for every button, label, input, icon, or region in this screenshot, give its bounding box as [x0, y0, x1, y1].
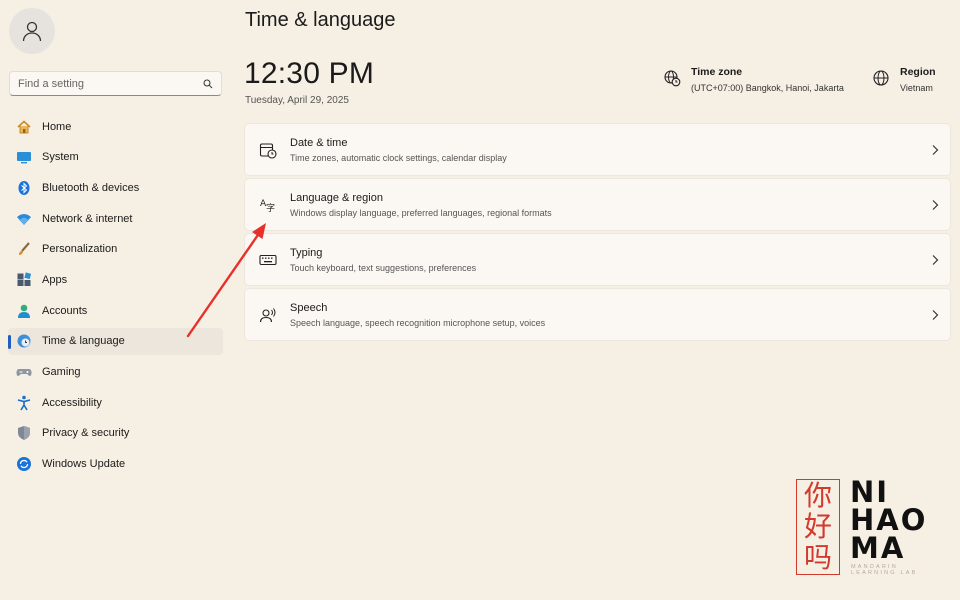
logo-wordmark: NI HAO MA — [850, 475, 928, 565]
logo-line-1: NI — [850, 475, 890, 509]
logo-han-2: 好 — [803, 510, 832, 543]
logo-han-block: 你 好 吗 — [796, 479, 840, 575]
logo-han-3: 吗 — [803, 541, 832, 574]
logo-tagline: MANDARIN LEARNING LAB — [851, 564, 918, 576]
logo-line-3: MA — [850, 531, 906, 565]
brand-logo: 你 好 吗 NI HAO MA MANDARIN LEARNING LAB — [794, 478, 944, 578]
logo-han-1: 你 — [803, 479, 832, 512]
logo-line-2: HAO — [850, 503, 928, 537]
